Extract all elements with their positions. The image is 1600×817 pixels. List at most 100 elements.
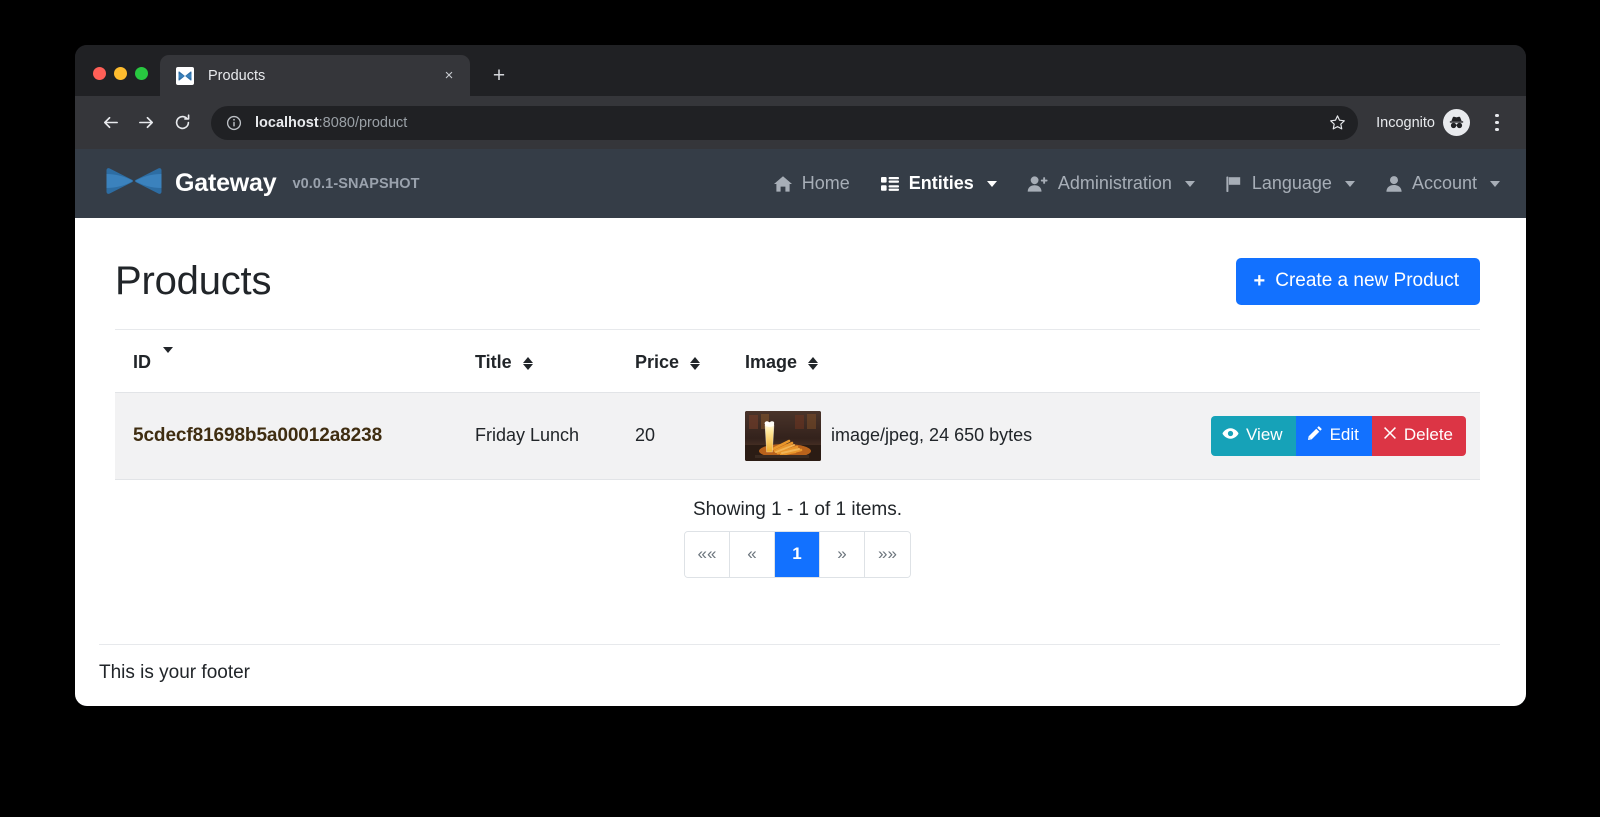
column-header-actions: [1190, 330, 1480, 392]
product-image-thumbnail[interactable]: [745, 411, 821, 461]
url-host: localhost: [255, 115, 319, 131]
page-footer: This is your footer: [75, 644, 1526, 706]
view-button-label: View: [1246, 425, 1283, 445]
page-title: Products: [115, 259, 271, 304]
close-window-button[interactable]: [93, 67, 106, 80]
pagination-page-1-button[interactable]: 1: [775, 532, 820, 577]
home-icon: [773, 175, 793, 193]
row-action-buttons: View: [1211, 416, 1466, 456]
delete-button[interactable]: Delete: [1372, 416, 1466, 456]
sort-both-icon: [690, 357, 700, 370]
forward-button[interactable]: [129, 106, 163, 140]
chevron-down-icon: [987, 181, 997, 187]
table-row: 5cdecf81698b5a00012a8238 Friday Lunch 20: [115, 392, 1480, 479]
pagination-first-button[interactable]: ««: [685, 532, 730, 577]
chevron-down-icon: [1185, 181, 1195, 187]
nav-item-administration-label: Administration: [1058, 173, 1172, 194]
products-table: ID Title Price: [115, 330, 1480, 480]
minimize-window-button[interactable]: [114, 67, 127, 80]
tab-title: Products: [208, 68, 438, 84]
bowtie-logo-icon: [105, 165, 163, 202]
incognito-indicator[interactable]: Incognito: [1376, 109, 1470, 136]
site-info-icon[interactable]: [225, 114, 243, 132]
tab-strip: Products × +: [75, 45, 1526, 96]
column-header-title[interactable]: Title: [475, 330, 635, 392]
nav-item-home-label: Home: [802, 173, 850, 194]
sort-desc-icon: [163, 353, 173, 374]
back-button[interactable]: [93, 106, 127, 140]
cell-image: image/jpeg, 24 650 bytes: [745, 392, 1190, 479]
cell-id: 5cdecf81698b5a00012a8238: [115, 392, 475, 479]
showing-items-text: Showing 1 - 1 of 1 items.: [115, 480, 1480, 521]
sort-both-icon: [808, 357, 818, 370]
nav-item-home[interactable]: Home: [773, 173, 850, 194]
pencil-icon: [1307, 425, 1323, 446]
browser-menu-button[interactable]: [1482, 106, 1512, 140]
nav-item-entities-label: Entities: [909, 173, 974, 194]
chevron-down-icon: [1345, 181, 1355, 187]
brand-name: Gateway: [175, 169, 276, 198]
edit-button[interactable]: Edit: [1296, 416, 1372, 456]
pagination-next-button[interactable]: »: [820, 532, 865, 577]
create-new-product-button[interactable]: + Create a new Product: [1236, 258, 1480, 305]
product-image-meta: image/jpeg, 24 650 bytes: [831, 425, 1032, 446]
close-tab-icon[interactable]: ×: [438, 65, 460, 87]
app-navbar: Gateway v0.0.1-SNAPSHOT Home: [75, 149, 1526, 218]
pagination-prev-button[interactable]: «: [730, 532, 775, 577]
address-bar-url: localhost:8080/product: [255, 115, 1322, 131]
brand[interactable]: Gateway v0.0.1-SNAPSHOT: [105, 165, 420, 202]
window-traffic-lights: [75, 67, 160, 96]
column-header-id-label: ID: [133, 352, 151, 372]
column-header-image[interactable]: Image: [745, 330, 1190, 392]
new-tab-button[interactable]: +: [482, 58, 516, 92]
column-header-image-label: Image: [745, 352, 797, 372]
gateway-bowtie-icon: [176, 67, 194, 85]
delete-button-label: Delete: [1404, 425, 1453, 445]
pagination: «« « 1 » »»: [115, 531, 1480, 578]
column-header-title-label: Title: [475, 352, 512, 372]
flag-icon: [1225, 175, 1243, 193]
product-id-link[interactable]: 5cdecf81698b5a00012a8238: [133, 425, 382, 446]
plus-icon: +: [1254, 271, 1266, 291]
nav-item-language[interactable]: Language: [1225, 173, 1355, 194]
reload-button[interactable]: [165, 106, 199, 140]
incognito-avatar-icon[interactable]: [1443, 109, 1470, 136]
browser-toolbar: localhost:8080/product Incognito: [75, 96, 1526, 149]
nav-item-account[interactable]: Account: [1385, 173, 1500, 194]
url-path: :8080/product: [319, 115, 408, 131]
page-viewport: Gateway v0.0.1-SNAPSHOT Home: [75, 149, 1526, 706]
products-table-body: 5cdecf81698b5a00012a8238 Friday Lunch 20: [115, 392, 1480, 479]
pagination-last-button[interactable]: »»: [865, 532, 910, 577]
page-content: Products + Create a new Product ID: [75, 218, 1526, 578]
nav-item-account-label: Account: [1412, 173, 1477, 194]
page-header: Products + Create a new Product: [115, 258, 1480, 329]
view-button[interactable]: View: [1211, 416, 1296, 456]
navbar-links: Home Entities: [773, 173, 1500, 194]
table-header-row: ID Title Price: [115, 330, 1480, 392]
user-plus-icon: [1027, 175, 1049, 193]
cell-actions: View: [1190, 392, 1480, 479]
pager-group: «« « 1 » »»: [684, 531, 911, 578]
cell-price: 20: [635, 392, 745, 479]
browser-window: Products × +: [75, 45, 1526, 706]
maximize-window-button[interactable]: [135, 67, 148, 80]
entities-list-icon: [880, 175, 900, 193]
x-icon: [1383, 425, 1397, 445]
products-table-head: ID Title Price: [115, 330, 1480, 392]
eye-icon: [1222, 425, 1239, 445]
bookmark-star-icon[interactable]: [1322, 108, 1352, 138]
footer-text: This is your footer: [99, 645, 1500, 706]
brand-version: v0.0.1-SNAPSHOT: [292, 176, 419, 192]
column-header-id[interactable]: ID: [115, 330, 475, 392]
cell-title: Friday Lunch: [475, 392, 635, 479]
user-icon: [1385, 175, 1403, 193]
browser-tab[interactable]: Products ×: [160, 55, 470, 96]
edit-button-label: Edit: [1330, 425, 1359, 445]
incognito-label: Incognito: [1376, 115, 1435, 131]
sort-both-icon: [523, 357, 533, 370]
create-new-product-label: Create a new Product: [1275, 270, 1459, 292]
address-bar[interactable]: localhost:8080/product: [211, 106, 1358, 140]
column-header-price[interactable]: Price: [635, 330, 745, 392]
nav-item-administration[interactable]: Administration: [1027, 173, 1195, 194]
nav-item-entities[interactable]: Entities: [880, 173, 997, 194]
